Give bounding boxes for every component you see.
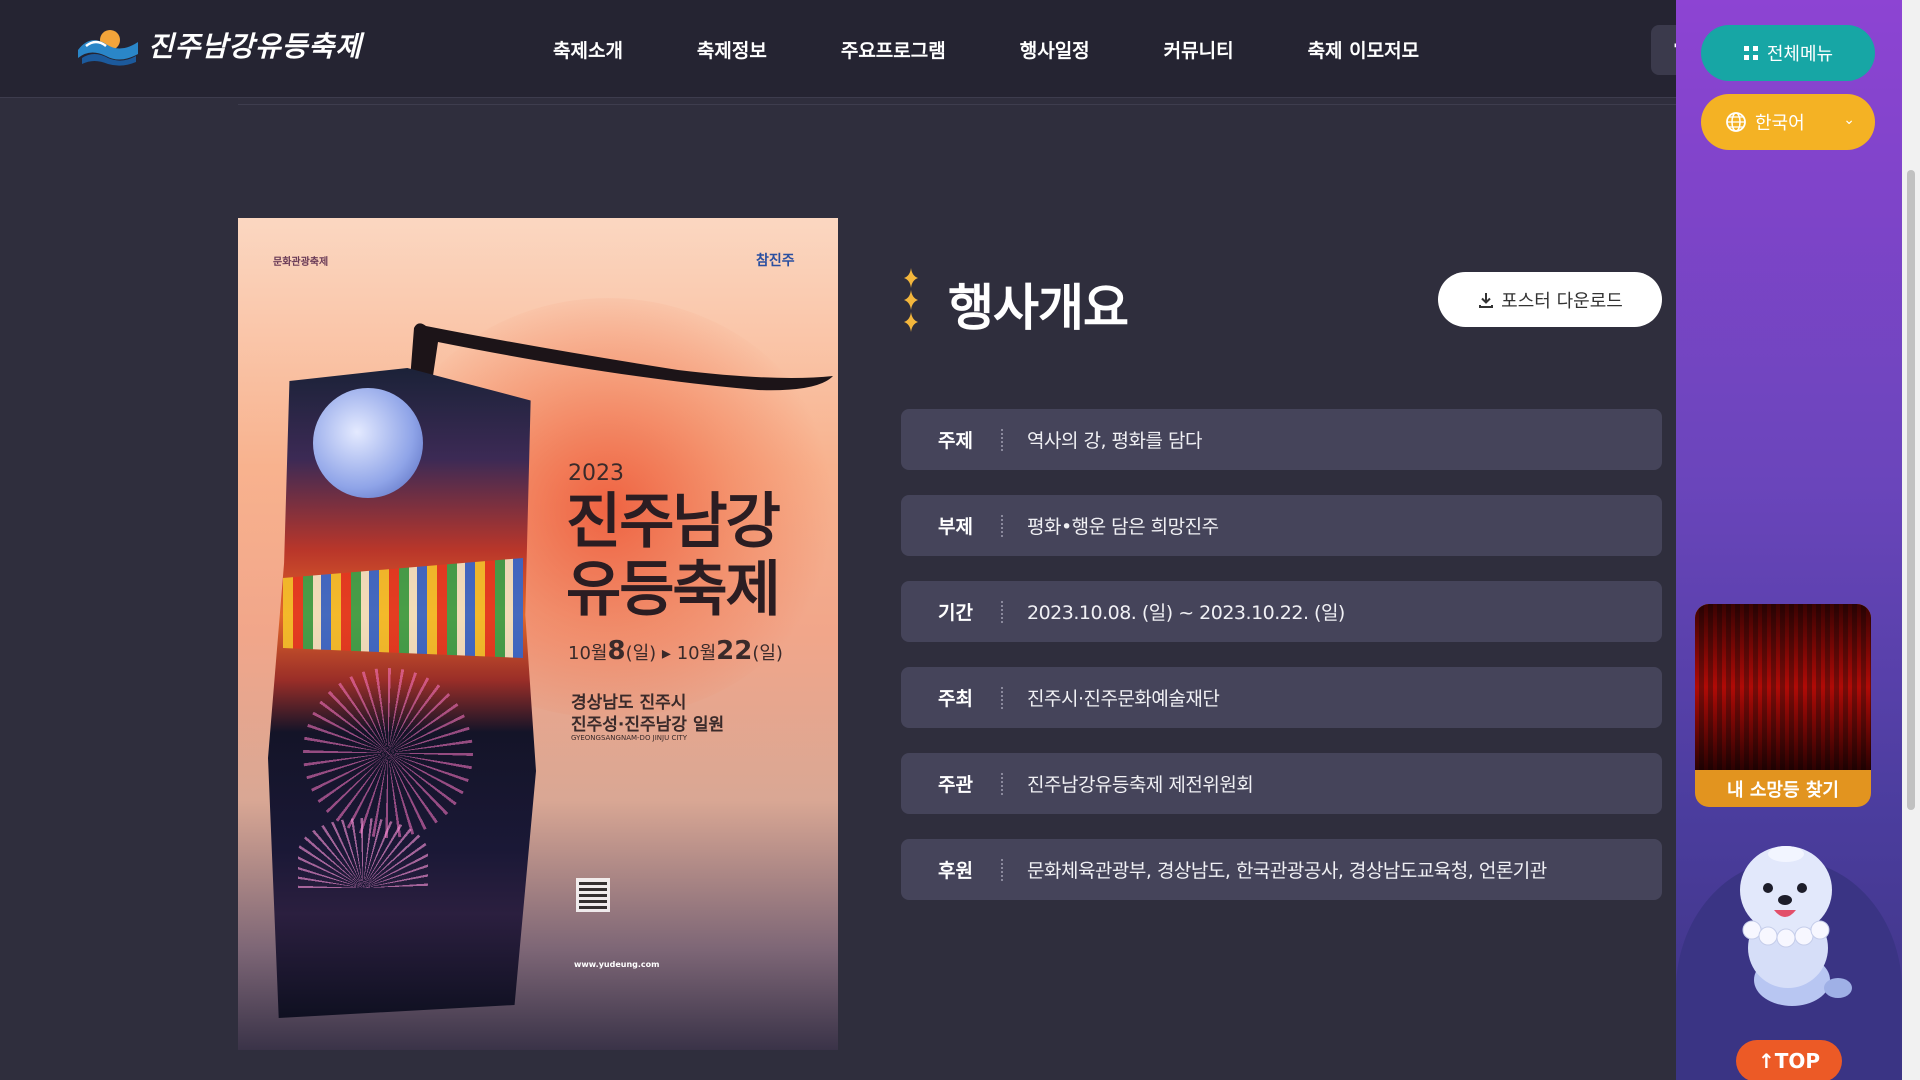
section-divider: [238, 104, 1676, 105]
download-icon: [1479, 292, 1494, 308]
logo-text: 진주남강유등축제: [148, 30, 363, 63]
poster-title-line2: 유등축제: [566, 555, 781, 625]
nav-festival-intro[interactable]: 축제소개: [553, 36, 623, 63]
poster-sponsor: 문화관광축제: [273, 257, 329, 268]
download-label: 포스터 다운로드: [1501, 290, 1623, 312]
nav-festival-info[interactable]: 축제정보: [697, 36, 767, 63]
info-label: 주제: [938, 430, 973, 452]
poster-website: www.yudeung.com: [574, 960, 660, 969]
nav-festival-gallery[interactable]: 축제 이모저모: [1308, 36, 1420, 63]
language-select[interactable]: 한국어 ⌄: [1701, 94, 1875, 150]
side-panel: 전체메뉴 한국어 ⌄ 내 소망등 찾기 ↑ TOP: [1676, 0, 1902, 1080]
poster-firework: [303, 668, 473, 838]
main-nav: 축제소개 축제정보 주요프로그램 행사일정 커뮤니티 축제 이모저모: [553, 36, 1419, 63]
scrollbar-thumb[interactable]: [1907, 170, 1915, 810]
poster-dates: 10월8(일) ▸ 10월22(일): [568, 636, 783, 666]
lantern-tunnel-image: [1695, 604, 1871, 770]
nav-main-programs[interactable]: 주요프로그램: [841, 36, 946, 63]
grid-icon: [1743, 46, 1758, 60]
info-separator: [1001, 428, 1003, 451]
info-separator: [1001, 600, 1003, 623]
info-separator: [1001, 686, 1003, 709]
otter-mascot: [1740, 846, 1852, 1006]
poster-end-day: 22: [716, 636, 753, 666]
info-label: 후원: [938, 860, 973, 882]
info-row-organizer: 주관 진주남강유등축제 제전위원회: [901, 753, 1662, 814]
info-row-host: 주최 진주시·진주문화예술재단: [901, 667, 1662, 728]
info-value: 평화•행운 담은 희망진주: [1027, 516, 1219, 538]
info-label: 기간: [938, 602, 973, 624]
info-row-theme: 주제 역사의 강, 평화를 담다: [901, 409, 1662, 470]
logo-wave-icon: [78, 30, 138, 66]
festival-poster: 문화관광축제 참진주 2023 진주남강 유등축제 10월8(일) ▸ 10월2…: [238, 218, 838, 1050]
full-menu-label: 전체메뉴: [1766, 44, 1834, 65]
nav-community[interactable]: 커뮤니티: [1164, 36, 1234, 63]
globe-icon: [1726, 112, 1746, 132]
page-title: 행사개요: [948, 279, 1129, 337]
sparkle-icon: [904, 268, 918, 332]
info-separator: [1001, 514, 1003, 537]
poster-arrow-icon: ▸: [661, 643, 671, 664]
poster-end-month: 10월: [676, 643, 717, 664]
site-header: 진주남강유등축제 축제소개 축제정보 주요프로그램 행사일정 커뮤니티 축제 이…: [0, 0, 1691, 98]
poster-mascot-lantern: [313, 388, 423, 498]
poster-title-line1: 진주남강: [566, 487, 781, 557]
info-value: 진주시·진주문화예술재단: [1027, 688, 1220, 710]
nav-schedule[interactable]: 행사일정: [1020, 36, 1090, 63]
info-value: 진주남강유등축제 제전위원회: [1027, 774, 1254, 796]
info-separator: [1001, 772, 1003, 795]
info-value: 문화체육관광부, 경상남도, 한국관광공사, 경상남도교육청, 언론기관: [1027, 860, 1547, 882]
info-label: 주관: [938, 774, 973, 796]
poster-start-day: 8: [607, 636, 626, 666]
poster-city-emblem: 참진주: [756, 253, 795, 269]
info-label: 주최: [938, 688, 973, 710]
poster-year: 2023: [568, 461, 624, 486]
top-label: TOP: [1774, 1049, 1821, 1073]
poster-download-button[interactable]: 포스터 다운로드: [1438, 272, 1662, 327]
arrow-up-icon: ↑: [1757, 1049, 1775, 1073]
site-logo[interactable]: 진주남강유등축제: [76, 24, 362, 66]
poster-firework-small: [298, 818, 428, 888]
page-scrollbar[interactable]: [1902, 0, 1920, 1080]
find-my-lantern-label: 내 소망등 찾기: [1727, 779, 1839, 801]
poster-place-line2: 진주성·진주남강 일원: [571, 715, 725, 735]
scroll-top-button[interactable]: ↑ TOP: [1736, 1040, 1842, 1080]
poster-end-dow: (일): [752, 643, 783, 664]
poster-start-month: 10월: [568, 643, 608, 664]
find-my-lantern-card[interactable]: 내 소망등 찾기: [1695, 604, 1871, 807]
info-separator: [1001, 858, 1003, 881]
info-row-sponsor: 후원 문화체육관광부, 경상남도, 한국관광공사, 경상남도교육청, 언론기관: [901, 839, 1662, 900]
info-label: 부제: [938, 516, 973, 538]
poster-qr-code: [576, 878, 610, 912]
info-value: 2023.10.08. (일) ~ 2023.10.22. (일): [1027, 602, 1345, 624]
poster-start-dow: (일): [625, 643, 657, 664]
info-row-subtitle: 부제 평화•행운 담은 희망진주: [901, 495, 1662, 556]
full-menu-button[interactable]: 전체메뉴: [1701, 25, 1875, 81]
info-value: 역사의 강, 평화를 담다: [1027, 430, 1202, 452]
info-row-period: 기간 2023.10.08. (일) ~ 2023.10.22. (일): [901, 581, 1662, 642]
chevron-down-icon: ⌄: [1843, 112, 1855, 128]
poster-place-en: GYEONGSANGNAM-DO JINJU CITY: [571, 734, 687, 742]
language-label: 한국어: [1755, 113, 1805, 134]
